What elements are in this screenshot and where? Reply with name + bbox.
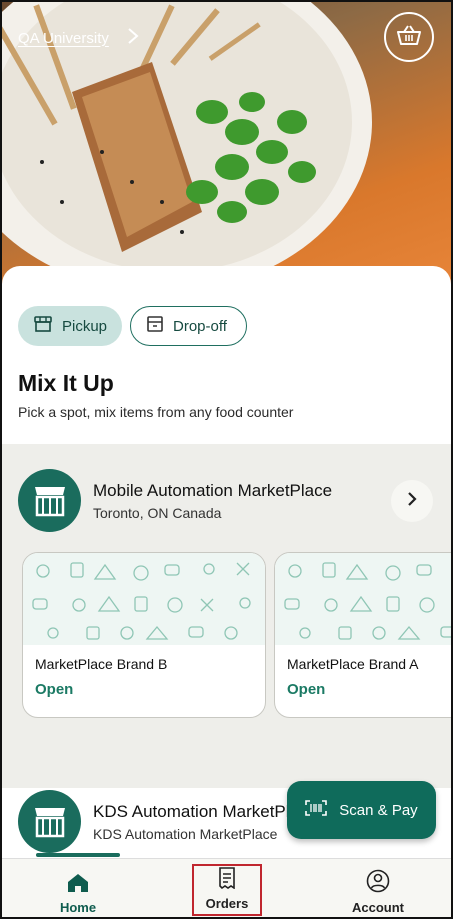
content-sheet: Pickup Drop-off Mix It Up Pick a spot, m… [2, 266, 451, 866]
nav-account-label: Account [352, 900, 404, 915]
brand-status: Open [287, 681, 326, 698]
scan-and-pay-button[interactable]: Scan & Pay [287, 781, 436, 839]
section-title: Mix It Up [18, 370, 114, 396]
receipt-icon [218, 867, 236, 892]
bottom-navigation: Home Orders Account [2, 858, 451, 917]
barcode-scan-icon [305, 800, 328, 820]
scan-and-pay-label: Scan & Pay [339, 801, 418, 819]
brand-card[interactable]: MarketPlace Brand A Open [274, 552, 451, 718]
chevron-right-icon [407, 491, 417, 511]
food-pattern-image [275, 553, 451, 645]
dropoff-label: Drop-off [173, 317, 227, 335]
brand-card[interactable]: MarketPlace Brand B Open [22, 552, 266, 718]
brand-name: MarketPlace Brand B [35, 656, 168, 672]
marketplace-location: KDS Automation MarketPlace [93, 826, 278, 842]
delivery-box-icon [147, 316, 163, 336]
marketplace-header[interactable]: Mobile Automation MarketPlace Toronto, O… [18, 469, 435, 533]
nav-home[interactable]: Home [42, 859, 114, 917]
chevron-right-icon [127, 28, 139, 48]
app-screen: QA University Pickup Drop-off Mix It Up … [0, 0, 453, 919]
scroll-indicator [36, 853, 120, 857]
marketplace-list: Mobile Automation MarketPlace Toronto, O… [2, 444, 451, 766]
marketplace-name: KDS Automation MarketPlace [93, 802, 303, 821]
home-icon [67, 873, 89, 896]
section-subtitle: Pick a spot, mix items from any food cou… [18, 404, 294, 420]
cart-button[interactable] [384, 12, 434, 62]
marketplace-name: Mobile Automation MarketPlace [93, 481, 333, 500]
store-icon [18, 469, 81, 532]
dropoff-chip[interactable]: Drop-off [130, 306, 247, 346]
storefront-icon [34, 316, 52, 336]
location-name: QA University [18, 29, 109, 47]
nav-home-label: Home [59, 900, 97, 915]
nav-orders-label: Orders [205, 896, 249, 911]
brand-name: MarketPlace Brand A [287, 656, 419, 672]
food-pattern-image [23, 553, 265, 645]
account-icon [366, 869, 390, 896]
nav-account[interactable]: Account [342, 859, 414, 917]
marketplace-location: Toronto, ON Canada [93, 505, 222, 521]
pickup-chip[interactable]: Pickup [18, 306, 122, 346]
pickup-label: Pickup [62, 317, 108, 335]
marketplace-arrow-button[interactable] [391, 480, 433, 522]
nav-orders[interactable]: Orders [192, 864, 262, 916]
basket-icon [397, 24, 421, 50]
location-selector[interactable]: QA University [18, 28, 139, 48]
brand-status: Open [35, 681, 74, 698]
store-icon [18, 790, 81, 853]
